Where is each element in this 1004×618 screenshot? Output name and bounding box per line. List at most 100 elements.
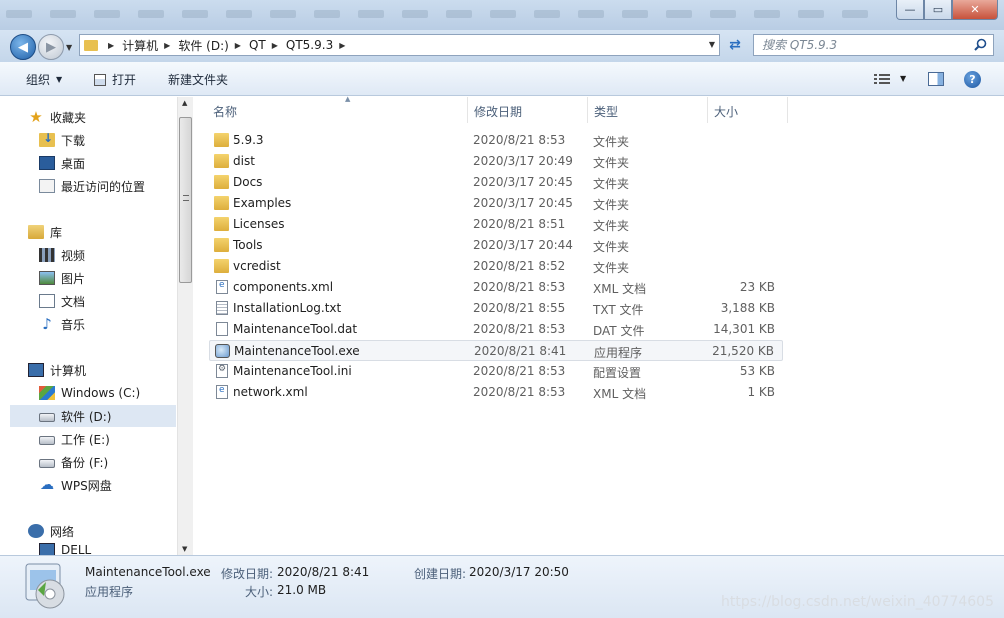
- file-modified-date: 2020/3/17 20:44: [473, 238, 573, 252]
- help-icon[interactable]: ?: [964, 71, 981, 88]
- column-size-label: 大小: [714, 105, 739, 119]
- scroll-down-icon[interactable]: ▼: [182, 545, 187, 553]
- forward-arrow-icon: ▶: [46, 39, 56, 55]
- folder-icon: [214, 154, 229, 168]
- nav-libraries[interactable]: 库: [10, 221, 176, 243]
- close-button[interactable]: ✕: [952, 0, 998, 20]
- nav-pictures[interactable]: 图片: [10, 267, 176, 289]
- search-input[interactable]: [762, 38, 962, 52]
- nav-computer[interactable]: 计算机: [10, 359, 176, 381]
- nav-drive-d-label: 软件 (D:): [61, 409, 112, 424]
- breadcrumb-separator-icon[interactable]: ▶: [164, 41, 170, 50]
- search-box[interactable]: [753, 34, 994, 56]
- column-name[interactable]: 名称 ▲: [207, 95, 468, 123]
- nav-drive-f-label: 备份 (F:): [61, 455, 109, 470]
- back-arrow-icon: ◀: [18, 39, 28, 55]
- file-row[interactable]: Tools 2020/3/17 20:44 文件夹: [209, 235, 783, 256]
- breadcrumb-computer[interactable]: 计算机: [122, 37, 158, 54]
- nav-scrollbar[interactable]: ▲ ▼: [177, 97, 193, 555]
- nav-dell[interactable]: DELL: [10, 543, 176, 555]
- txt-icon: [216, 301, 228, 315]
- nav-drive-f[interactable]: 备份 (F:): [10, 451, 176, 473]
- xml-icon: [216, 385, 228, 399]
- document-icon: [39, 294, 55, 308]
- open-label: 打开: [112, 73, 137, 87]
- breadcrumb-separator-icon[interactable]: ▶: [235, 41, 241, 50]
- nav-downloads-label: 下载: [61, 133, 86, 148]
- forward-button[interactable]: ▶: [38, 34, 64, 60]
- nav-videos[interactable]: 视频: [10, 244, 176, 266]
- file-row[interactable]: MaintenanceTool.exe 2020/8/21 8:41 应用程序 21,…: [209, 340, 783, 361]
- file-type: 文件夹: [593, 261, 630, 275]
- scroll-up-icon[interactable]: ▲: [182, 99, 187, 107]
- details-modified-label: 修改日期:: [221, 567, 274, 581]
- file-row[interactable]: dist 2020/3/17 20:49 文件夹: [209, 151, 783, 172]
- column-date[interactable]: 修改日期: [468, 97, 588, 123]
- file-row[interactable]: 5.9.3 2020/8/21 8:53 文件夹: [209, 130, 783, 151]
- breadcrumb-separator-icon[interactable]: ▶: [339, 41, 345, 50]
- breadcrumb-qt593[interactable]: QT5.9.3: [286, 38, 333, 52]
- open-button[interactable]: 打开: [94, 71, 136, 88]
- scroll-thumb[interactable]: [179, 117, 192, 283]
- file-name: vcredist: [233, 259, 281, 273]
- file-row[interactable]: MaintenanceTool.dat 2020/8/21 8:53 DAT 文件 1…: [209, 319, 783, 340]
- maximize-icon: ▭: [932, 3, 944, 16]
- search-icon[interactable]: [974, 38, 987, 51]
- view-options-icon[interactable]: [874, 73, 890, 85]
- file-name: Examples: [233, 196, 292, 210]
- organize-button[interactable]: 组织 ▼: [26, 71, 62, 88]
- file-row[interactable]: vcredist 2020/8/21 8:52 文件夹: [209, 256, 783, 277]
- nav-downloads[interactable]: 下载: [10, 129, 176, 151]
- nav-music[interactable]: ♪ 音乐: [10, 313, 176, 335]
- column-type[interactable]: 类型: [588, 97, 708, 123]
- breadcrumb-separator-icon[interactable]: ▶: [108, 41, 114, 50]
- music-icon: ♪: [42, 315, 52, 333]
- breadcrumb-qt[interactable]: QT: [249, 38, 266, 52]
- file-modified-date: 2020/8/21 8:53: [473, 322, 566, 336]
- back-button[interactable]: ◀: [10, 34, 36, 60]
- refresh-button[interactable]: ⇄: [723, 34, 747, 56]
- nav-network[interactable]: 网络: [10, 520, 176, 542]
- background-taskbar-strip: [0, 10, 870, 24]
- recent-pages-dropdown[interactable]: ▼: [66, 43, 72, 52]
- nav-desktop[interactable]: 桌面: [10, 152, 176, 174]
- video-icon: [39, 248, 55, 262]
- file-type: 配置设置: [593, 366, 642, 380]
- nav-drive-e[interactable]: 工作 (E:): [10, 428, 176, 450]
- view-dropdown-icon[interactable]: ▼: [900, 74, 906, 83]
- nav-favorites-label: 收藏夹: [50, 110, 87, 125]
- nav-documents[interactable]: 文档: [10, 290, 176, 312]
- nav-wps-cloud[interactable]: ☁ WPS网盘: [10, 474, 176, 496]
- file-row[interactable]: Docs 2020/3/17 20:45 文件夹: [209, 172, 783, 193]
- nav-drive-c[interactable]: Windows (C:): [10, 382, 176, 404]
- breadcrumb-drive-d[interactable]: 软件 (D:): [178, 37, 228, 54]
- column-type-label: 类型: [594, 105, 619, 119]
- column-size[interactable]: 大小: [708, 97, 788, 123]
- file-name: InstallationLog.txt: [233, 301, 342, 315]
- nav-favorites[interactable]: ★ 收藏夹: [10, 106, 176, 128]
- file-row[interactable]: Licenses 2020/8/21 8:51 文件夹: [209, 214, 783, 235]
- file-type: 文件夹: [593, 198, 630, 212]
- new-folder-button[interactable]: 新建文件夹: [168, 71, 228, 88]
- file-row[interactable]: network.xml 2020/8/21 8:53 XML 文档 1 KB: [209, 382, 783, 403]
- file-size: 3,188 KB: [720, 301, 775, 315]
- minimize-button[interactable]: —: [896, 0, 924, 20]
- file-row[interactable]: MaintenanceTool.ini 2020/8/21 8:53 配置设置 53 …: [209, 361, 783, 382]
- file-name: Licenses: [233, 217, 285, 231]
- nav-wps-label: WPS网盘: [61, 478, 112, 493]
- nav-drive-c-label: Windows (C:): [61, 386, 141, 400]
- address-dropdown-icon[interactable]: ▼: [709, 40, 715, 49]
- desktop-icon: [39, 156, 55, 170]
- nav-videos-label: 视频: [61, 248, 86, 263]
- breadcrumb-separator-icon[interactable]: ▶: [272, 41, 278, 50]
- maximize-button[interactable]: ▭: [924, 0, 952, 20]
- exe-icon: [215, 344, 230, 358]
- preview-pane-icon[interactable]: [928, 72, 944, 86]
- address-bar[interactable]: ▶ 计算机 ▶ 软件 (D:) ▶ QT ▶ QT5.9.3 ▶ ▼: [79, 34, 720, 56]
- command-bar: 组织 ▼ 打开 新建文件夹 ▼ ?: [0, 62, 1004, 96]
- nav-drive-d[interactable]: 软件 (D:): [10, 405, 176, 427]
- file-row[interactable]: InstallationLog.txt 2020/8/21 8:55 TXT 文件 3…: [209, 298, 783, 319]
- file-row[interactable]: Examples 2020/3/17 20:45 文件夹: [209, 193, 783, 214]
- nav-recent-places[interactable]: 最近访问的位置: [10, 175, 176, 197]
- file-row[interactable]: components.xml 2020/8/21 8:53 XML 文档 23 KB: [209, 277, 783, 298]
